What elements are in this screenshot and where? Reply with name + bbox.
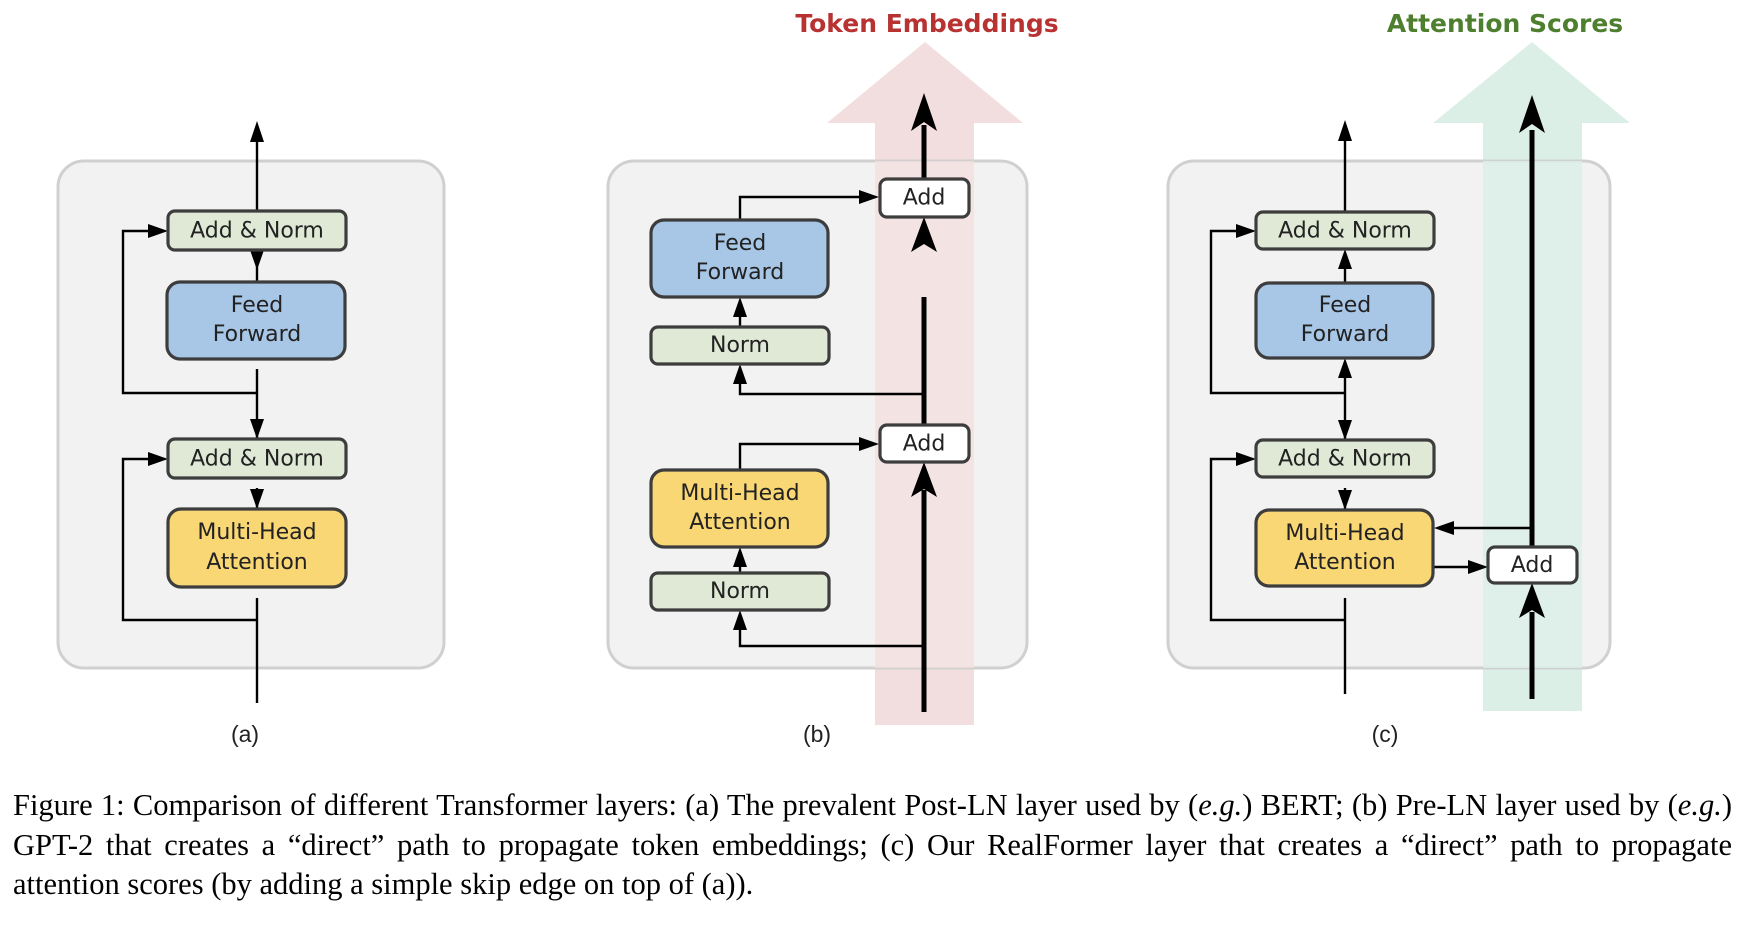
panel-c-feed-forward: Feed Forward: [1254, 281, 1435, 360]
svg-text:Multi-Head: Multi-Head: [1285, 521, 1404, 546]
svg-text:Feed: Feed: [714, 231, 767, 256]
arrowhead-icon: [250, 121, 264, 142]
arrowhead-icon: [1338, 120, 1352, 141]
panel-b-multi-head-attention: Multi-Head Attention: [649, 468, 830, 549]
caption-text-1: Figure 1: Comparison of different Transf…: [13, 788, 1189, 822]
panel-c-add-norm-bottom: Add & Norm: [1254, 438, 1436, 479]
svg-text:Multi-Head: Multi-Head: [680, 481, 799, 506]
svg-text:Add & Norm: Add & Norm: [1278, 447, 1412, 472]
caption-eg-2: e.g.: [1677, 788, 1722, 822]
panel-a-multi-head-attention: Multi-Head Attention: [166, 507, 348, 589]
svg-text:Add: Add: [903, 432, 946, 457]
svg-text:Attention: Attention: [689, 510, 791, 535]
panel-a-feed-forward: Feed Forward: [165, 280, 347, 361]
panel-a-add-norm-top: Add & Norm: [166, 209, 348, 252]
panel-b-add-bottom: Add: [878, 423, 971, 464]
svg-text:Norm: Norm: [710, 579, 770, 604]
caption-text-3: GPT-2 that creates a “direct” path to pr…: [13, 827, 1732, 902]
caption-text-2: BERT; (b) Pre-LN layer used by: [1252, 788, 1668, 822]
panel-a-label: (a): [231, 721, 259, 747]
panel-b-add-top: Add: [878, 177, 971, 219]
svg-text:Forward: Forward: [696, 260, 784, 285]
svg-text:Attention: Attention: [206, 550, 308, 575]
panel-a-add-norm-bottom: Add & Norm: [166, 437, 348, 480]
panel-b: Add Feed Forward Norm Add Multi-Head Att…: [606, 93, 1029, 747]
panel-c-add-norm-top: Add & Norm: [1254, 210, 1436, 251]
panel-c-label: (c): [1372, 721, 1399, 747]
figure-caption: Figure 1: Comparison of different Transf…: [13, 788, 1732, 902]
svg-text:Attention: Attention: [1294, 550, 1396, 575]
svg-text:Forward: Forward: [1301, 322, 1389, 347]
svg-text:Feed: Feed: [1319, 293, 1372, 318]
panel-b-norm-top: Norm: [649, 325, 831, 366]
svg-text:Add: Add: [1511, 553, 1554, 578]
panel-b-norm-bottom: Norm: [649, 571, 831, 612]
panel-c-multi-head-attention: Multi-Head Attention: [1254, 508, 1435, 588]
panel-b-feed-forward: Feed Forward: [649, 218, 830, 299]
svg-text:Add & Norm: Add & Norm: [190, 219, 324, 244]
token-embeddings-title: Token Embeddings: [795, 9, 1058, 38]
svg-text:Multi-Head: Multi-Head: [197, 520, 316, 545]
svg-text:Add & Norm: Add & Norm: [190, 447, 324, 472]
svg-text:Add: Add: [903, 186, 946, 211]
panel-a: Add & Norm Feed Forward Add & Norm Multi…: [56, 121, 446, 747]
panel-b-label: (b): [803, 721, 831, 747]
caption-eg-1: e.g.: [1198, 788, 1243, 822]
panel-c: Add & Norm Feed Forward Add & Norm Multi…: [1166, 95, 1612, 747]
svg-text:Norm: Norm: [710, 333, 770, 358]
transformer-comparison-figure: Token Embeddings Attention Scores Add & …: [56, 9, 1630, 747]
svg-text:Add & Norm: Add & Norm: [1278, 219, 1412, 244]
svg-text:Feed: Feed: [231, 293, 284, 318]
panel-c-add-scores: Add: [1486, 545, 1579, 585]
svg-text:Forward: Forward: [213, 322, 301, 347]
attention-scores-title: Attention Scores: [1387, 9, 1623, 38]
